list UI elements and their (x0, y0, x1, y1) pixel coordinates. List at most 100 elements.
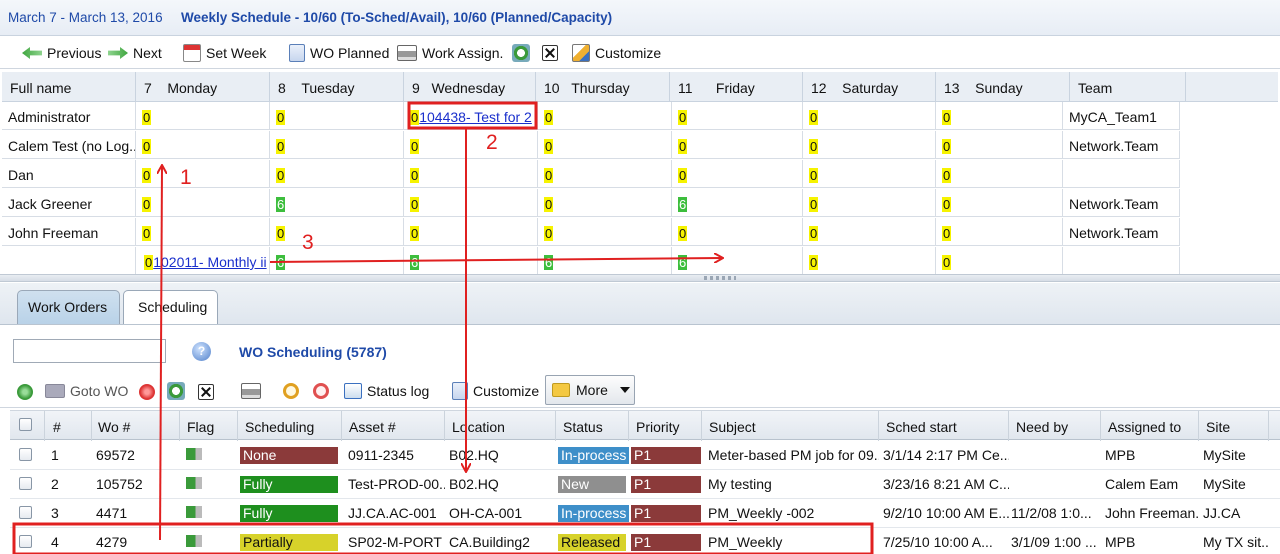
col-sched-start[interactable]: Sched start (879, 411, 1009, 441)
col-subject[interactable]: Subject (702, 411, 879, 441)
cell-monday[interactable]: 0 (136, 102, 270, 130)
col-monday[interactable]: 7 Monday (136, 72, 270, 102)
table-row[interactable]: 3 4471 Fully JJ.CA.AC-001 OH-CA-001 In-p… (10, 499, 1280, 528)
col-team[interactable]: Team (1070, 72, 1186, 102)
set-week-button[interactable]: Set Week (183, 43, 266, 63)
cell-wednesday[interactable]: 0104438- Test for 2 (404, 102, 538, 130)
add-button[interactable] (17, 382, 33, 402)
table-row[interactable]: 1 69572 None 0911-2345 B02.HQ In-process… (10, 441, 1280, 470)
col-priority[interactable]: Priority (629, 411, 702, 441)
col-assigned-to[interactable]: Assigned to (1101, 411, 1199, 441)
cell-saturday[interactable]: 0 (803, 102, 936, 130)
row-checkbox[interactable] (19, 477, 32, 490)
col-wednesday[interactable]: 9 Wednesday (404, 72, 536, 102)
col-status[interactable]: Status (556, 411, 629, 441)
col-asset[interactable]: Asset # (342, 411, 445, 441)
cell-sunday[interactable]: 0 (936, 247, 1063, 275)
tab-work-orders[interactable]: Work Orders (17, 290, 120, 324)
row-checkbox[interactable] (19, 506, 32, 519)
col-location[interactable]: Location (445, 411, 556, 441)
cell-sunday[interactable]: 0 (936, 189, 1063, 217)
cell-sunday[interactable]: 0 (936, 160, 1063, 188)
col-tuesday[interactable]: 8 Tuesday (270, 72, 404, 102)
customize-button[interactable]: Customize (452, 381, 539, 401)
table-row[interactable]: 4 4279 Partially SP02-M-PORT CA.Building… (10, 528, 1280, 554)
print-button[interactable] (241, 381, 261, 401)
cell-tuesday[interactable]: 0 (270, 131, 404, 159)
cell-wednesday[interactable]: 0 (404, 131, 538, 159)
cell-tuesday[interactable]: 0 (270, 218, 404, 246)
delete-button[interactable] (139, 382, 155, 402)
close-button[interactable] (542, 43, 558, 63)
help-icon[interactable]: ? (192, 342, 211, 361)
cell-thursday[interactable]: 6 (538, 247, 672, 275)
wo-planned-button[interactable]: WO Planned (289, 43, 389, 63)
cell-saturday[interactable]: 0 (803, 247, 936, 275)
cell-wednesday[interactable]: 6 (404, 247, 538, 275)
cell-saturday[interactable]: 0 (803, 189, 936, 217)
col-number[interactable]: # (45, 411, 92, 441)
cell-sunday[interactable]: 0 (936, 218, 1063, 246)
cell-tuesday[interactable]: 6 (270, 189, 404, 217)
cell-friday[interactable]: 0 (672, 218, 803, 246)
row-checkbox[interactable] (19, 448, 32, 461)
col-saturday[interactable]: 12 Saturday (803, 72, 936, 102)
close-button[interactable] (198, 382, 214, 402)
cell-friday[interactable]: 0 (672, 102, 803, 130)
previous-button[interactable]: Previous (22, 43, 101, 63)
col-need-by[interactable]: Need by (1009, 411, 1101, 441)
work-assign-button[interactable]: Work Assign. (397, 43, 503, 63)
refresh-button[interactable] (167, 381, 185, 401)
col-site[interactable]: Site (1199, 411, 1269, 441)
cell-thursday[interactable]: 0 (538, 218, 672, 246)
cell-sunday[interactable]: 0 (936, 102, 1063, 130)
row-checkbox[interactable] (19, 535, 32, 548)
next-button[interactable]: Next (108, 43, 162, 63)
panel-splitter[interactable] (0, 274, 1280, 282)
col-friday[interactable]: 11 Friday (670, 72, 803, 102)
cell-tuesday[interactable]: 0 (270, 160, 404, 188)
cell-sunday[interactable]: 0 (936, 131, 1063, 159)
customize-button[interactable]: Customize (572, 43, 661, 63)
col-scheduling[interactable]: Scheduling (238, 411, 342, 441)
splitter-grip[interactable] (704, 276, 736, 280)
refresh-button[interactable] (512, 43, 530, 63)
wo-link[interactable]: 104438- Test for 2 (419, 109, 532, 125)
cell-saturday[interactable]: 0 (803, 218, 936, 246)
cell-wednesday[interactable]: 0 (404, 189, 538, 217)
wo-link[interactable]: 102011- Monthly ii (153, 254, 266, 270)
search-input[interactable] (13, 339, 166, 363)
cell-friday[interactable]: 6 (672, 189, 803, 217)
col-sunday[interactable]: 13 Sunday (936, 72, 1070, 102)
cell-wednesday[interactable]: 0 (404, 160, 538, 188)
cell-friday[interactable]: 0 (672, 131, 803, 159)
cell-tuesday[interactable]: 0 (270, 102, 404, 130)
cell-monday[interactable]: 0 (136, 131, 270, 159)
status-log-button[interactable]: Status log (344, 381, 429, 401)
cell-monday[interactable]: 0 (136, 218, 270, 246)
tab-scheduling[interactable]: Scheduling (123, 290, 218, 324)
cell-friday[interactable]: 6 (672, 247, 803, 275)
cell-tuesday[interactable]: 6 (270, 247, 404, 275)
col-full-name[interactable]: Full name (2, 72, 136, 102)
col-select[interactable] (10, 411, 45, 441)
cell-thursday[interactable]: 0 (538, 131, 672, 159)
cell-monday[interactable]: 0 (136, 189, 270, 217)
cell-friday[interactable]: 0 (672, 160, 803, 188)
clear-search-button[interactable] (313, 381, 329, 401)
col-thursday[interactable]: 10 Thursday (536, 72, 670, 102)
cell-wednesday[interactable]: 0 (404, 218, 538, 246)
select-all-checkbox[interactable] (19, 418, 32, 431)
search-button[interactable] (283, 381, 299, 401)
cell-thursday[interactable]: 0 (538, 160, 672, 188)
more-dropdown[interactable]: More (545, 375, 635, 405)
table-row[interactable]: 2 105752 Fully Test-PROD-00... B02.HQ Ne… (10, 470, 1280, 499)
goto-wo-button[interactable]: Goto WO (45, 381, 128, 401)
col-wo[interactable]: Wo # (92, 411, 180, 441)
cell-saturday[interactable]: 0 (803, 131, 936, 159)
cell-thursday[interactable]: 0 (538, 189, 672, 217)
cell-monday[interactable]: 0 (136, 160, 270, 188)
cell-saturday[interactable]: 0 (803, 160, 936, 188)
col-flag[interactable]: Flag (180, 411, 238, 441)
cell-thursday[interactable]: 0 (538, 102, 672, 130)
